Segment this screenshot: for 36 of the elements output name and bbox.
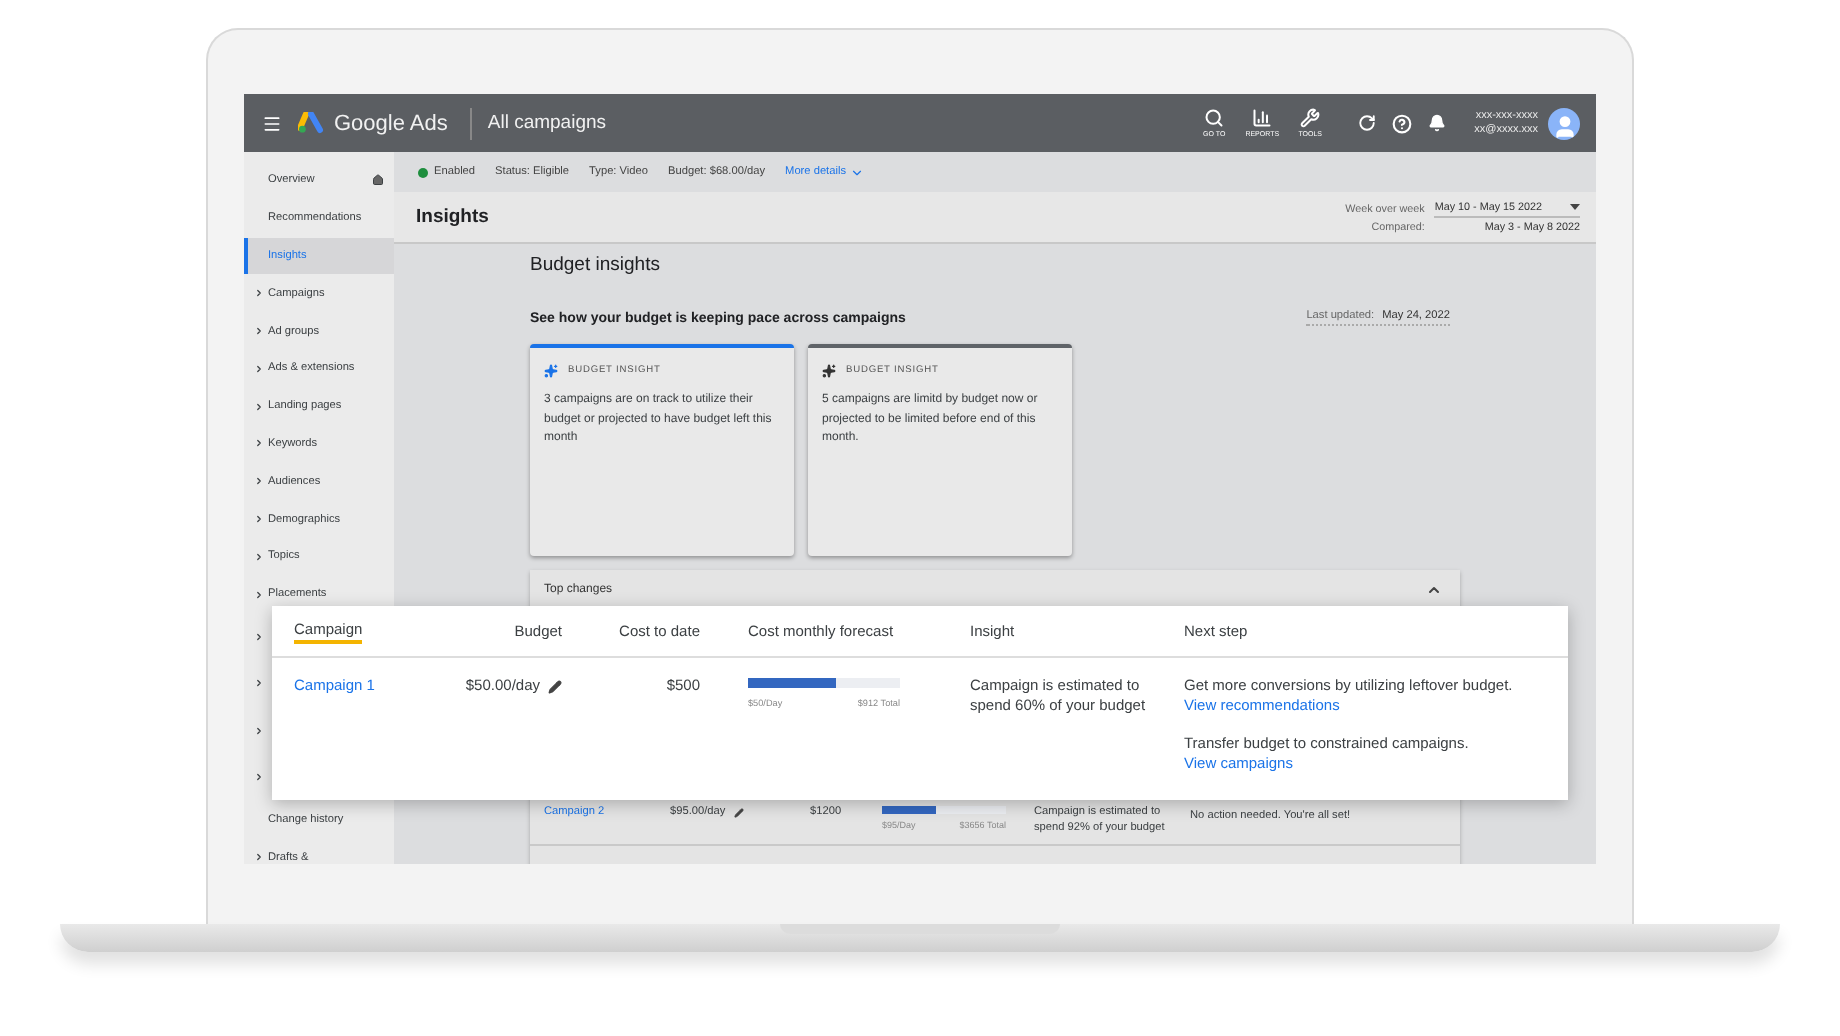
help-button[interactable] — [1392, 113, 1413, 133]
chevron-right-icon — [254, 852, 264, 863]
bar-chart-icon — [1252, 108, 1273, 128]
chevron-right-icon — [254, 401, 264, 412]
chevron-right-icon — [254, 514, 264, 525]
collapse-button[interactable] — [1426, 582, 1442, 598]
chevron-right-icon — [254, 678, 264, 689]
refresh-button[interactable] — [1358, 114, 1377, 132]
status-dot — [418, 167, 428, 177]
chevron-right-icon — [254, 363, 264, 374]
logo-icon — [298, 112, 324, 134]
chevron-right-icon — [254, 288, 264, 299]
chevron-right-icon — [254, 725, 264, 736]
sparkle-icon — [822, 364, 836, 378]
chevron-right-icon — [254, 772, 264, 783]
caret-icon — [1570, 204, 1580, 210]
home-icon — [372, 174, 384, 187]
chevron-down-icon — [850, 165, 864, 179]
chevron-right-icon — [254, 589, 264, 600]
search-icon — [1204, 108, 1225, 128]
page-title: All campaigns — [487, 112, 607, 134]
sparkle-icon — [544, 364, 558, 378]
product-name: Google Ads — [334, 111, 448, 135]
menu-button[interactable] — [262, 113, 282, 133]
chevron-right-icon — [254, 326, 264, 337]
edit-icon[interactable] — [733, 807, 744, 817]
notifications-button[interactable] — [1428, 114, 1447, 132]
edit-icon[interactable] — [548, 679, 562, 693]
avatar-icon[interactable] — [1548, 107, 1580, 139]
chevron-right-icon — [254, 551, 264, 562]
wrench-icon — [1300, 108, 1321, 128]
chevron-right-icon — [254, 631, 264, 642]
section-title: Budget insights — [530, 254, 662, 276]
header-title: Insights — [416, 206, 489, 228]
chevron-right-icon — [254, 476, 264, 487]
chevron-right-icon — [254, 438, 264, 449]
